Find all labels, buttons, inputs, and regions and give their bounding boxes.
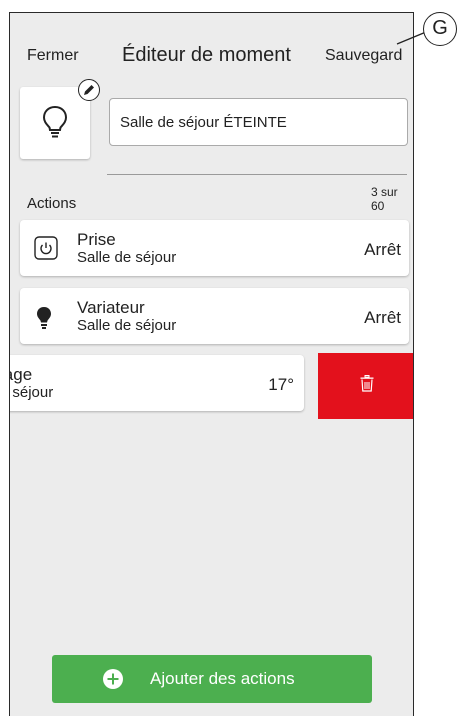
callout-leader-line xyxy=(396,31,427,45)
callout-label: G xyxy=(423,12,457,46)
